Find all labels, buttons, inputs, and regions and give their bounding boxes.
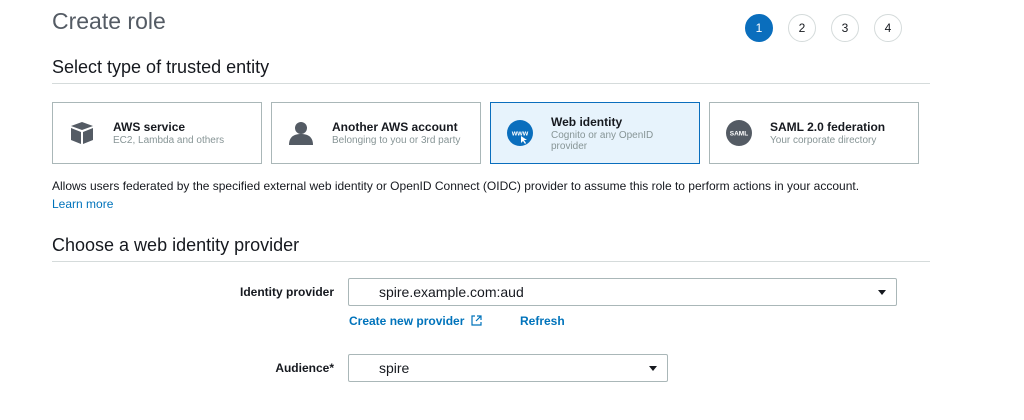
card-title: SAML 2.0 federation — [770, 120, 886, 134]
www-icon-text: www — [511, 131, 529, 138]
entity-description: Allows users federated by the specified … — [52, 179, 860, 193]
identity-provider-select[interactable]: spire.example.com:aud — [348, 278, 897, 306]
card-subtitle: EC2, Lambda and others — [113, 135, 225, 146]
external-link-icon — [471, 315, 482, 329]
learn-more-link[interactable]: Learn more — [52, 197, 113, 211]
divider — [52, 261, 930, 262]
card-subtitle: Cognito or any OpenID — [551, 129, 654, 141]
card-aws-service[interactable]: AWS service EC2, Lambda and others — [52, 102, 262, 164]
divider — [52, 83, 930, 84]
page-title: Create role — [52, 8, 166, 34]
chevron-down-icon — [649, 366, 657, 371]
card-subtitle: Your corporate directory — [770, 135, 877, 146]
cube-icon — [67, 118, 97, 148]
chevron-down-icon — [878, 290, 886, 295]
create-provider-link[interactable]: Create new provider — [349, 314, 482, 329]
identity-provider-value: spire.example.com:aud — [379, 284, 524, 300]
card-web-identity[interactable]: www Web identity Cognito or any OpenID p… — [490, 102, 700, 164]
create-provider-label: Create new provider — [349, 314, 465, 328]
wizard-steps: 1 2 3 4 — [745, 14, 902, 42]
identity-provider-label: Identity provider — [239, 285, 334, 299]
card-another-aws-account[interactable]: Another AWS account Belonging to you or … — [271, 102, 481, 164]
card-saml-federation[interactable]: SAML SAML 2.0 federation Your corporate … — [709, 102, 919, 164]
provider-heading: Choose a web identity provider — [52, 235, 300, 255]
person-icon — [286, 118, 316, 148]
card-title: AWS service — [113, 120, 186, 134]
saml-icon-text: SAML — [730, 131, 748, 138]
trusted-entity-heading: Select type of trusted entity — [52, 57, 270, 77]
card-subtitle: Belonging to you or 3rd party — [332, 135, 461, 146]
step-1[interactable]: 1 — [745, 14, 773, 42]
www-globe-icon: www — [505, 118, 535, 148]
entity-type-cards: AWS service EC2, Lambda and others Anoth… — [52, 102, 919, 164]
step-4[interactable]: 4 — [874, 14, 902, 42]
card-title: Web identity — [551, 114, 623, 129]
step-2[interactable]: 2 — [788, 14, 816, 42]
refresh-link[interactable]: Refresh — [520, 314, 565, 328]
audience-label: Audience* — [275, 361, 334, 375]
card-title: Another AWS account — [332, 120, 458, 134]
step-3[interactable]: 3 — [831, 14, 859, 42]
card-subtitle-line2: provider — [551, 140, 588, 152]
saml-icon: SAML — [724, 118, 754, 148]
audience-select[interactable]: spire — [348, 354, 668, 382]
audience-value: spire — [379, 360, 410, 376]
